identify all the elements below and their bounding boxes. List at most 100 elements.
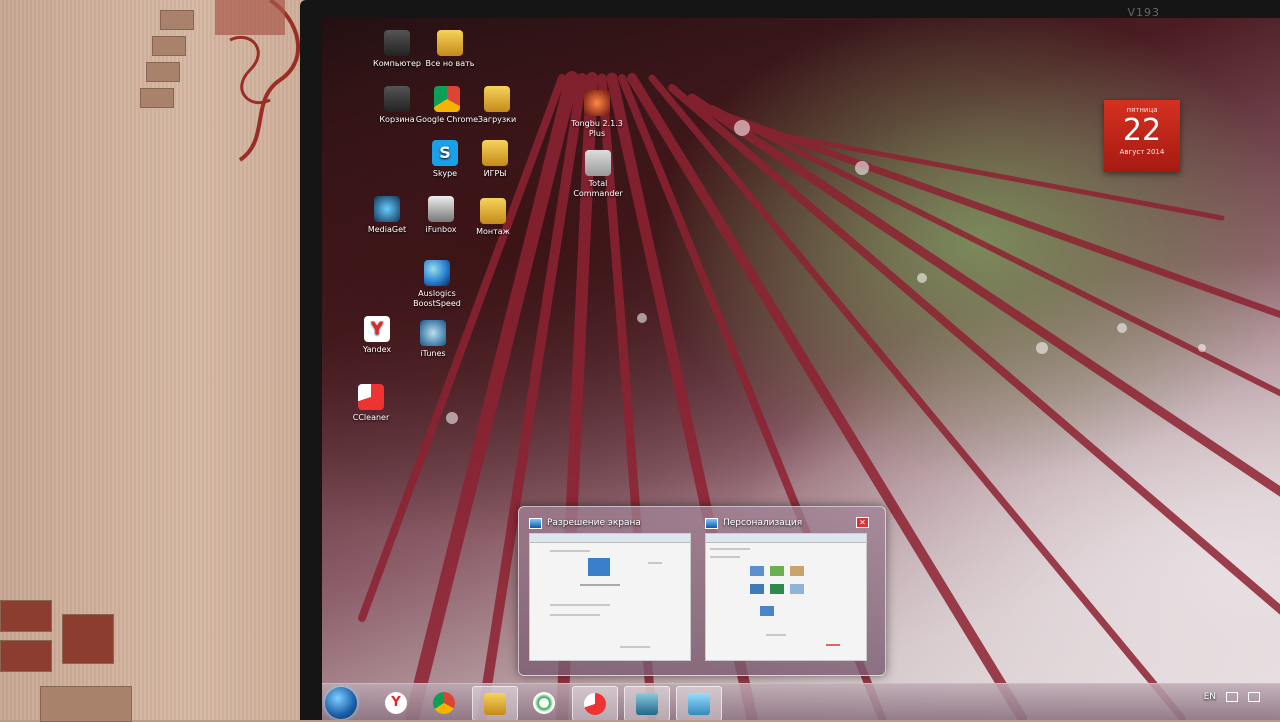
wall-tile [152,36,186,56]
yandex-icon: Y [385,691,407,714]
icon-label: iFunbox [425,225,457,234]
folder-icon [437,30,463,56]
thumbnail-screen-resolution[interactable]: Разрешение экрана [529,515,699,665]
thumbnail-personalization[interactable]: Персонализация ✕ [705,515,875,665]
icon-label: ИГРЫ [483,169,507,178]
icon-label: Загрузки [477,115,517,124]
thumbnail-title: Разрешение экрана [529,515,699,531]
preview-text-line [710,556,740,558]
wall-tile [0,600,52,632]
icon-label: Корзина [379,115,415,124]
personalization-window-icon [705,517,718,529]
start-button[interactable] [325,687,357,719]
preview-toolbar [530,534,690,543]
taskbar-thumbnail-flyout: Разрешение экрана Персонализация ✕ [518,506,886,676]
taskbar-display-settings-button[interactable] [676,686,722,720]
network-icon[interactable] [1226,692,1238,702]
desktop-icon-games[interactable]: ИГРЫ [460,140,530,179]
theme-thumbnail [770,566,784,576]
wall-tile [62,614,114,664]
desktop-icon-downloads[interactable]: Загрузки [462,86,532,125]
mediaget-icon [374,196,400,222]
calendar-weekday: пятница [1126,106,1158,114]
calendar-day: 22 [1122,113,1162,148]
desktop-icon-total-commander[interactable]: Total Commander [563,150,633,199]
desktop-icon-boostspeed[interactable]: Auslogics BoostSpeed [402,260,472,309]
wall-tile [160,10,194,30]
icon-label: Auslogics BoostSpeed [413,289,461,308]
preview-text-line [550,550,590,552]
preview-text-line [550,614,600,616]
ccleaner-icon [358,384,384,410]
icon-label: Монтаж [476,227,510,236]
theme-thumbnail [760,606,774,616]
desktop-icon-itunes[interactable]: iTunes [398,320,468,359]
folder-icon [482,140,508,166]
chrome-icon [433,691,455,714]
mediaget-icon [533,691,555,714]
ifunbox-icon [428,196,454,222]
taskbar: Y EN [322,683,1280,720]
wall-tile [140,88,174,108]
calendar-gadget[interactable]: пятница 22 Август 2014 [1104,100,1180,172]
preview-text-line [580,584,620,586]
system-tray: EN [1204,692,1260,702]
thumbnail-preview [705,533,867,661]
taskbar-ccleaner-button[interactable] [572,686,618,720]
recycle-bin-icon [384,86,410,112]
taskbar-yandex-button[interactable]: Y [374,686,418,719]
thumbnail-preview [529,533,691,661]
language-indicator[interactable]: EN [1204,692,1216,702]
desktop-icon-tongbu[interactable]: Tongbu 2.1.3 Plus [562,90,632,139]
desktop-icon-folder[interactable]: Все но вать [415,30,485,69]
boostspeed-icon [424,260,450,286]
theme-thumbnail [750,584,764,594]
icon-label: Total Commander [573,179,623,198]
theme-thumbnail [790,584,804,594]
total-commander-icon [585,150,611,176]
folder-icon [484,86,510,112]
icon-label: Tongbu 2.1.3 Plus [571,119,623,138]
desktop-screen: Компьютер Все но вать Корзина Google Chr… [322,18,1280,720]
calendar-month-year: Август 2014 [1119,148,1165,156]
action-center-icon[interactable] [1248,692,1260,702]
monitor-preview-icon [588,558,610,576]
computer-icon [384,30,410,56]
yandex-icon: Y [364,316,390,342]
display-window-icon [529,517,542,529]
explorer-icon [484,692,506,715]
icon-label: iTunes [420,349,446,358]
theme-thumbnail [790,566,804,576]
theme-thumbnail [770,584,784,594]
icon-label: Компьютер [373,59,421,68]
monitor: V193 Компьютер Все но вать Корзина Googl… [300,0,1280,720]
preview-text-line [826,644,840,646]
skype-icon: S [432,140,458,166]
theme-thumbnail [750,566,764,576]
thumbnail-title: Персонализация [705,515,875,531]
preview-text-line [766,634,786,636]
itunes-icon [420,320,446,346]
taskbar-chrome-button[interactable] [422,686,466,719]
icon-label: Все но вать [425,59,475,68]
chrome-icon [434,86,460,112]
preview-text-line [710,548,750,550]
taskbar-mediaget-button[interactable] [522,686,566,719]
desktop-icon-ccleaner[interactable]: CCleaner [336,384,406,423]
taskbar-control-panel-button[interactable] [624,686,670,720]
icon-label: CCleaner [352,413,390,422]
preview-toolbar [706,534,866,543]
control-panel-icon [636,692,658,715]
wall-tile [40,686,132,722]
thumbnail-title-text: Персонализация [723,518,803,528]
icon-label: Yandex [362,345,392,354]
preview-text-line [550,604,610,606]
desktop-icon-montage[interactable]: Монтаж [458,198,528,237]
thumbnail-title-text: Разрешение экрана [547,518,641,528]
icon-label: Skype [432,169,458,178]
tongbu-icon [584,90,610,116]
close-icon[interactable]: ✕ [856,517,869,528]
ccleaner-icon [584,692,606,715]
preview-text-line [620,646,650,648]
taskbar-explorer-button[interactable] [472,686,518,720]
